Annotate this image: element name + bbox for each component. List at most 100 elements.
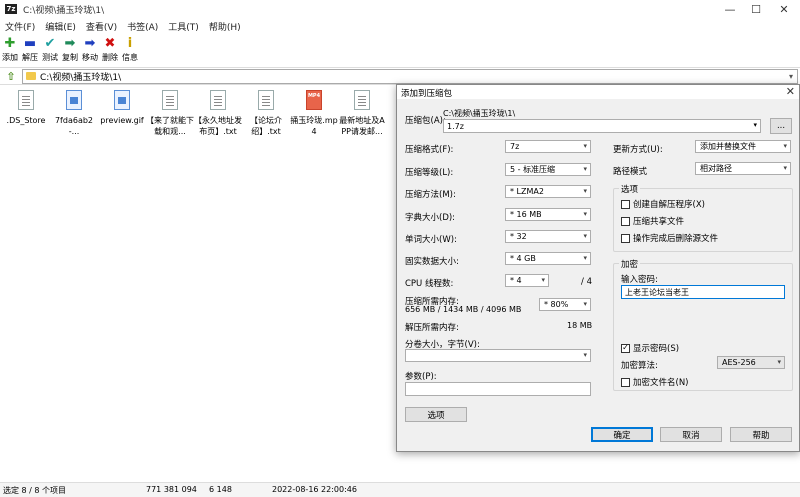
- cpu-select[interactable]: * 4 ▾: [505, 274, 549, 287]
- check-icon: ✓: [621, 343, 630, 353]
- file-name: 捅玉玲珑.mp4: [290, 116, 338, 136]
- mem-percent-select[interactable]: * 80% ▾: [539, 298, 591, 311]
- menu-edit[interactable]: 编辑(E): [40, 20, 81, 33]
- test-label: 测试: [42, 53, 58, 62]
- delete-button[interactable]: ✖ 删除: [100, 35, 120, 65]
- mem-values: 656 MB / 1434 MB / 4096 MB: [405, 305, 522, 314]
- file-item[interactable]: 【论坛介绍】.txt: [242, 88, 290, 137]
- menu-tools[interactable]: 工具(T): [163, 20, 204, 33]
- file-name: 【论坛介绍】.txt: [250, 116, 282, 136]
- level-value: 5 - 标准压缩: [510, 165, 556, 174]
- text-file-icon: [162, 90, 178, 110]
- menu-file[interactable]: 文件(F): [0, 20, 40, 33]
- delete-icon: ✖: [104, 35, 116, 51]
- minimize-button[interactable]: —: [716, 0, 744, 18]
- chevron-down-icon: ▾: [583, 210, 587, 218]
- sfx-checkbox[interactable]: 创建自解压程序(X): [621, 198, 705, 210]
- file-item[interactable]: preview.gif: [98, 88, 146, 126]
- cpu-value: * 4: [510, 276, 522, 285]
- chevron-down-icon: ▾: [583, 300, 587, 308]
- update-select[interactable]: 添加并替换文件 ▾: [695, 140, 791, 153]
- chevron-down-icon: ▾: [583, 187, 587, 195]
- file-item[interactable]: 【永久地址发布页】.txt: [194, 88, 242, 137]
- password-input[interactable]: 上老王论坛当老王: [621, 285, 785, 299]
- video-file-icon: MP4: [306, 90, 322, 110]
- file-item[interactable]: MP4 捅玉玲珑.mp4: [290, 88, 338, 137]
- add-button[interactable]: ✚ 添加: [0, 35, 20, 65]
- chevron-down-icon[interactable]: ▾: [785, 72, 797, 81]
- ok-button[interactable]: 确定: [591, 427, 653, 442]
- level-label: 压缩等级(L):: [405, 168, 454, 178]
- dict-select[interactable]: * 16 MB ▾: [505, 208, 591, 221]
- shared-checkbox[interactable]: 压缩共享文件: [621, 215, 684, 227]
- menu-bar: 文件(F) 编辑(E) 查看(V) 书签(A) 工具(T) 帮助(H): [0, 18, 800, 34]
- file-name: preview.gif: [100, 116, 144, 125]
- menu-bookmarks[interactable]: 书签(A): [122, 20, 163, 33]
- solid-value: * 4 GB: [510, 254, 536, 263]
- path-mode-value: 相对路径: [700, 164, 732, 173]
- file-item[interactable]: 【来了就能下载和观...: [146, 88, 194, 137]
- password-label: 输入密码:: [621, 275, 658, 285]
- address-field[interactable]: C:\视频\捅玉玲珑\1\ ▾: [22, 68, 798, 84]
- folder-icon: [26, 72, 36, 80]
- chevron-down-icon: ▾: [583, 142, 587, 150]
- mem-percent-value: * 80%: [544, 300, 569, 309]
- split-size-select[interactable]: ▾: [405, 349, 591, 362]
- checkbox-box: [621, 233, 630, 243]
- move-label: 移动: [82, 53, 98, 62]
- maximize-button[interactable]: ☐: [742, 0, 770, 18]
- delete-after-checkbox[interactable]: 操作完成后删除源文件: [621, 232, 718, 244]
- encrypt-names-label: 加密文件名(N): [633, 378, 689, 388]
- encrypt-names-checkbox[interactable]: 加密文件名(N): [621, 376, 689, 388]
- chevron-down-icon: ▾: [783, 164, 787, 172]
- options-button[interactable]: 选项: [405, 407, 467, 422]
- show-password-label: 显示密码(S): [633, 344, 680, 354]
- format-select[interactable]: 7z ▾: [505, 140, 591, 153]
- text-file-icon: [258, 90, 274, 110]
- image-file-icon: [66, 90, 82, 110]
- level-select[interactable]: 5 - 标准压缩 ▾: [505, 163, 591, 176]
- chevron-down-icon: ▾: [583, 165, 587, 173]
- word-label: 单词大小(W):: [405, 235, 457, 245]
- up-folder-icon[interactable]: ⇧: [4, 69, 18, 83]
- cancel-button[interactable]: 取消: [660, 427, 722, 442]
- copy-button[interactable]: ➡ 复制: [60, 35, 80, 65]
- params-input[interactable]: [405, 382, 591, 396]
- file-item[interactable]: 最新地址及APP请发邮...: [338, 88, 386, 137]
- extract-icon: ▬: [23, 35, 37, 51]
- password-value: 上老王论坛当老王: [625, 287, 689, 297]
- status-size: 771 381 094: [146, 485, 197, 494]
- path-mode-select[interactable]: 相对路径 ▾: [695, 162, 791, 175]
- test-button[interactable]: ✔ 测试: [40, 35, 60, 65]
- dialog-close-button[interactable]: ✕: [786, 85, 795, 98]
- close-button[interactable]: ✕: [770, 0, 798, 18]
- menu-view[interactable]: 查看(V): [81, 20, 122, 33]
- info-label: 信息: [122, 53, 138, 62]
- chevron-down-icon: ▾: [583, 254, 587, 262]
- move-button[interactable]: ➡ 移动: [80, 35, 100, 65]
- help-button[interactable]: 帮助: [730, 427, 792, 442]
- shared-label: 压缩共享文件: [633, 217, 685, 227]
- status-modified: 2022-08-16 22:00:46: [272, 485, 357, 494]
- add-to-archive-dialog: 添加到压缩包 ✕ 压缩包(A): C:\视频\捅玉玲珑\1\ 1.7z ▾ ..…: [396, 84, 800, 452]
- update-label: 更新方式(U):: [613, 145, 663, 155]
- extract-button[interactable]: ▬ 解压: [20, 35, 40, 65]
- toolbar: ✚ 添加 ▬ 解压 ✔ 测试 ➡ 复制 ➡ 移动 ✖ 删除 i 信息: [0, 35, 800, 65]
- chevron-down-icon: ▾: [541, 276, 545, 284]
- encryption-method-select[interactable]: AES-256 ▾: [717, 356, 785, 369]
- text-file-icon: [210, 90, 226, 110]
- app-logo-icon: 7z: [5, 4, 17, 14]
- update-value: 添加并替换文件: [700, 142, 756, 151]
- solid-select[interactable]: * 4 GB ▾: [505, 252, 591, 265]
- menu-help[interactable]: 帮助(H): [204, 20, 246, 33]
- file-item[interactable]: .DS_Store: [2, 88, 50, 126]
- show-password-checkbox[interactable]: ✓ 显示密码(S): [621, 342, 679, 354]
- method-select[interactable]: * LZMA2 ▾: [505, 185, 591, 198]
- chevron-down-icon: ▾: [583, 351, 587, 359]
- info-button[interactable]: i 信息: [120, 35, 140, 65]
- file-item[interactable]: 7fda6ab2-...: [50, 88, 98, 137]
- browse-button[interactable]: ...: [770, 118, 792, 134]
- word-value: * 32: [510, 232, 527, 241]
- archive-name-input[interactable]: 1.7z ▾: [443, 119, 761, 133]
- word-select[interactable]: * 32 ▾: [505, 230, 591, 243]
